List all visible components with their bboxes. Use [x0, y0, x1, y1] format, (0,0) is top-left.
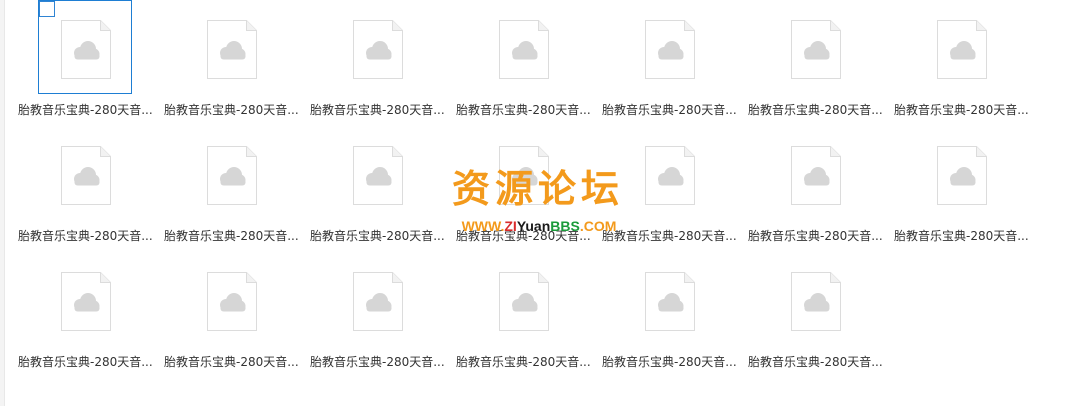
- file-name: 胎教音乐宝典-280天音...: [456, 355, 591, 369]
- file-name: 胎教音乐宝典-280天音...: [748, 229, 883, 243]
- cloud-file-icon: [61, 272, 111, 331]
- file-thumbnail[interactable]: [38, 0, 132, 94]
- cloud-file-icon: [645, 272, 695, 331]
- file-item[interactable]: 胎教音乐宝典-280天音...: [894, 126, 1040, 252]
- file-thumbnail[interactable]: [914, 0, 1008, 94]
- file-item[interactable]: 胎教音乐宝典-280天音...: [748, 252, 894, 378]
- cloud-file-icon: [937, 20, 987, 79]
- file-item[interactable]: 胎教音乐宝典-280天音...: [310, 126, 456, 252]
- file-grid: 胎教音乐宝典-280天音... 胎教音乐宝典-280天音... 胎教音乐宝典-280…: [18, 0, 1058, 406]
- file-thumbnail[interactable]: [768, 252, 862, 346]
- file-name: 胎教音乐宝典-280天音...: [310, 103, 445, 117]
- file-item[interactable]: 胎教音乐宝典-280天音...: [748, 0, 894, 126]
- cloud-file-icon: [207, 272, 257, 331]
- file-item[interactable]: 胎教音乐宝典-280天音...: [164, 126, 310, 252]
- file-thumbnail[interactable]: [330, 0, 424, 94]
- file-name: 胎教音乐宝典-280天音...: [602, 229, 737, 243]
- file-item[interactable]: 胎教音乐宝典-280天音...: [894, 0, 1040, 126]
- file-item[interactable]: 胎教音乐宝典-280天音...: [456, 252, 602, 378]
- file-item[interactable]: 胎教音乐宝典-280天音...: [748, 126, 894, 252]
- cloud-file-icon: [61, 146, 111, 205]
- file-item[interactable]: 胎教音乐宝典-280天音...: [456, 126, 602, 252]
- cloud-file-icon: [353, 272, 403, 331]
- cloud-file-icon: [353, 146, 403, 205]
- file-thumbnail[interactable]: [38, 252, 132, 346]
- file-item[interactable]: 胎教音乐宝典-280天音...: [310, 252, 456, 378]
- file-name: 胎教音乐宝典-280天音...: [310, 355, 445, 369]
- file-thumbnail[interactable]: [768, 0, 862, 94]
- cloud-file-icon: [499, 146, 549, 205]
- file-item[interactable]: 胎教音乐宝典-280天音...: [602, 252, 748, 378]
- file-item[interactable]: 胎教音乐宝典-280天音...: [456, 0, 602, 126]
- cloud-file-icon: [791, 20, 841, 79]
- file-thumbnail[interactable]: [622, 0, 716, 94]
- file-thumbnail[interactable]: [768, 126, 862, 220]
- file-thumbnail[interactable]: [476, 0, 570, 94]
- file-item[interactable]: 胎教音乐宝典-280天音...: [310, 0, 456, 126]
- file-name: 胎教音乐宝典-280天音...: [164, 229, 299, 243]
- cloud-file-icon: [207, 146, 257, 205]
- file-item[interactable]: 胎教音乐宝典-280天音...: [602, 0, 748, 126]
- cloud-file-icon: [499, 20, 549, 79]
- file-item[interactable]: 胎教音乐宝典-280天音...: [164, 0, 310, 126]
- file-thumbnail[interactable]: [476, 252, 570, 346]
- cloud-file-icon: [645, 20, 695, 79]
- file-item[interactable]: 胎教音乐宝典-280天音...: [18, 126, 164, 252]
- file-name: 胎教音乐宝典-280天音...: [164, 103, 299, 117]
- file-name: 胎教音乐宝典-280天音...: [164, 355, 299, 369]
- cloud-file-icon: [61, 20, 111, 79]
- file-name: 胎教音乐宝典-280天音...: [310, 229, 445, 243]
- file-name: 胎教音乐宝典-280天音...: [894, 103, 1029, 117]
- cloud-file-icon: [353, 20, 403, 79]
- file-thumbnail[interactable]: [38, 126, 132, 220]
- file-item[interactable]: 胎教音乐宝典-280天音...: [18, 252, 164, 378]
- file-thumbnail[interactable]: [184, 126, 278, 220]
- file-thumbnail[interactable]: [622, 126, 716, 220]
- file-thumbnail[interactable]: [622, 252, 716, 346]
- file-name: 胎教音乐宝典-280天音...: [18, 229, 153, 243]
- file-name: 胎教音乐宝典-280天音...: [894, 229, 1029, 243]
- file-name: 胎教音乐宝典-280天音...: [748, 103, 883, 117]
- file-thumbnail[interactable]: [330, 252, 424, 346]
- cloud-file-icon: [937, 146, 987, 205]
- file-name: 胎教音乐宝典-280天音...: [602, 103, 737, 117]
- file-name: 胎教音乐宝典-280天音...: [456, 103, 591, 117]
- cloud-file-icon: [791, 146, 841, 205]
- file-thumbnail[interactable]: [184, 0, 278, 94]
- file-thumbnail[interactable]: [476, 126, 570, 220]
- file-item[interactable]: 胎教音乐宝典-280天音...: [18, 0, 164, 126]
- file-name: 胎教音乐宝典-280天音...: [456, 229, 591, 243]
- cloud-file-icon: [791, 272, 841, 331]
- left-panel-edge: [0, 0, 5, 406]
- cloud-file-icon: [207, 20, 257, 79]
- cloud-file-icon: [645, 146, 695, 205]
- file-item[interactable]: 胎教音乐宝典-280天音...: [602, 126, 748, 252]
- file-name: 胎教音乐宝典-280天音...: [18, 103, 153, 117]
- select-checkbox[interactable]: [39, 1, 55, 17]
- file-thumbnail[interactable]: [184, 252, 278, 346]
- file-item[interactable]: 胎教音乐宝典-280天音...: [164, 252, 310, 378]
- file-thumbnail[interactable]: [330, 126, 424, 220]
- cloud-file-icon: [499, 272, 549, 331]
- file-thumbnail[interactable]: [914, 126, 1008, 220]
- file-name: 胎教音乐宝典-280天音...: [748, 355, 883, 369]
- file-name: 胎教音乐宝典-280天音...: [18, 355, 153, 369]
- file-name: 胎教音乐宝典-280天音...: [602, 355, 737, 369]
